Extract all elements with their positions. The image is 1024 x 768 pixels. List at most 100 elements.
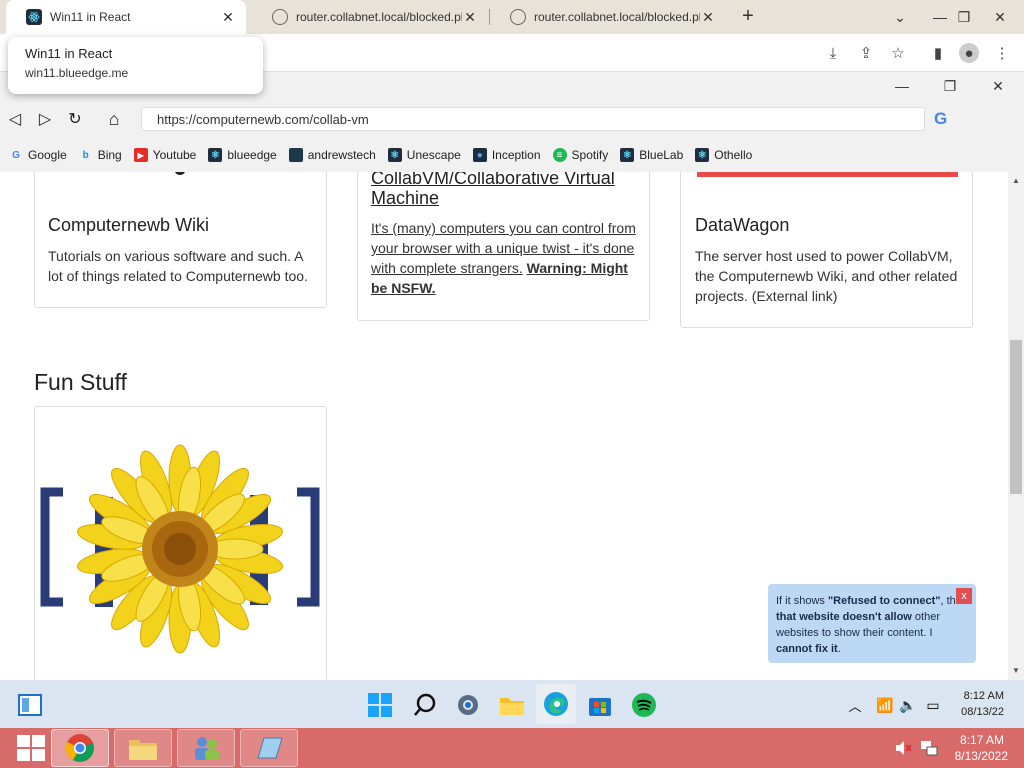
forward-icon[interactable]: ▷ <box>35 109 55 129</box>
tooltip-url: win11.blueedge.me <box>25 66 129 80</box>
show-hidden-icons-chevron-icon[interactable]: ︿ <box>842 692 868 718</box>
spotify-icon[interactable] <box>631 692 657 718</box>
widgets-icon[interactable] <box>17 692 43 718</box>
bing-icon: b <box>82 149 89 161</box>
bookmark-label: Spotify <box>571 148 609 162</box>
tab-win11-in-react[interactable]: Win11 in React ✕ <box>6 0 246 34</box>
inner-minimize-icon[interactable]: — <box>882 69 922 103</box>
explorer-taskbar-button[interactable] <box>114 729 172 767</box>
back-icon[interactable]: ◁ <box>5 109 25 129</box>
network-icon[interactable] <box>916 729 942 767</box>
bookmark-othello[interactable]: ⚛ Othello <box>695 148 752 162</box>
edge-icon[interactable] <box>536 684 576 724</box>
card-computernewb-wiki[interactable]: Computernewb Wiki Tutorials on various s… <box>34 172 327 308</box>
share-icon[interactable]: ⇪ <box>856 43 876 63</box>
win7-clock-date[interactable]: 8/13/2022 <box>944 749 1008 763</box>
close-icon[interactable]: ✕ <box>220 9 236 25</box>
bluelab-icon: ⚛ <box>620 148 635 162</box>
users-taskbar-button[interactable] <box>177 729 235 767</box>
close-window-icon[interactable]: ✕ <box>980 0 1020 34</box>
scroll-down-arrow-icon[interactable]: ▼ <box>1012 666 1020 675</box>
bookmark-label: Unescape <box>406 148 461 162</box>
card-title[interactable]: Computernewb Wiki <box>48 215 209 236</box>
notepad-taskbar-button[interactable] <box>240 729 298 767</box>
settings-gear-icon[interactable] <box>455 692 481 718</box>
chrome-taskbar-button[interactable] <box>51 729 109 767</box>
inner-nav-bar: ◁ ▷ ↻ ⌂ https://computernewb.com/collab-… <box>0 100 1024 138</box>
inner-close-icon[interactable]: ✕ <box>978 69 1018 103</box>
youtube-icon: ▶ <box>133 148 148 162</box>
google-icon[interactable]: G <box>934 109 947 129</box>
tooltip-title: Win11 in React <box>25 46 113 61</box>
home-icon[interactable]: ⌂ <box>104 109 124 129</box>
card-title[interactable]: DataWagon <box>695 215 789 236</box>
battery-icon[interactable]: ▭ <box>920 692 946 718</box>
bookmark-google[interactable]: G Google <box>9 148 67 162</box>
win7-clock-time[interactable]: 8:17 AM <box>950 733 1004 747</box>
card-fun-stuff[interactable] <box>34 406 327 680</box>
spotify-icon: ≡ <box>552 148 567 162</box>
bookmark-star-icon[interactable]: ☆ <box>888 43 908 63</box>
bookmark-inception[interactable]: ● Inception <box>472 148 541 162</box>
tab-router-blocked-1[interactable]: router.collabnet.local/blocked.ph ✕ <box>252 0 488 34</box>
tab-search-chevron-icon[interactable]: ⌄ <box>880 0 920 34</box>
url-input[interactable]: https://computernewb.com/collab-vm <box>141 107 925 131</box>
notice-close-button[interactable]: x <box>956 588 972 604</box>
win7-taskbar: 8:17 AM 8/13/2022 <box>0 728 1024 768</box>
chrome-icon <box>65 734 94 762</box>
side-panel-icon[interactable]: ▮ <box>928 43 948 63</box>
close-icon[interactable]: ✕ <box>700 9 716 25</box>
search-icon[interactable] <box>412 692 438 718</box>
andrewstech-icon <box>288 148 303 162</box>
bookmark-youtube[interactable]: ▶ Youtube <box>133 148 197 162</box>
win11-taskbar: ︿ 📶 🔈 ▭ 8:12 AM 08/13/22 <box>0 680 1024 728</box>
outer-tab-strip: Win11 in React ✕ router.collabnet.local/… <box>0 0 1024 34</box>
bookmark-label: BlueLab <box>639 148 684 162</box>
card-datawagon[interactable]: DataWagon The server host used to power … <box>680 172 973 328</box>
card-image-fragment <box>175 172 185 175</box>
menu-kebab-icon[interactable]: ⋮ <box>992 43 1012 63</box>
tab-hover-tooltip: Win11 in React win11.blueedge.me <box>8 37 263 94</box>
win11-clock-date[interactable]: 08/13/22 <box>958 706 1004 718</box>
globe-icon <box>510 9 526 25</box>
tab-title: Win11 in React <box>50 10 131 24</box>
othello-icon: ⚛ <box>695 148 710 162</box>
win11-clock-time[interactable]: 8:12 AM <box>958 690 1004 702</box>
inception-icon: ● <box>472 148 487 162</box>
scroll-up-arrow-icon[interactable]: ▲ <box>1012 176 1020 185</box>
bookmark-label: Google <box>28 148 67 162</box>
inner-restore-icon[interactable]: ❐ <box>930 69 970 103</box>
react-icon: ⚛ <box>208 148 223 162</box>
start-icon[interactable] <box>367 692 393 718</box>
store-icon[interactable] <box>587 692 613 718</box>
card-title[interactable]: CollabVM/Collaborative Virtual Machine <box>371 172 631 208</box>
restore-icon[interactable]: ❐ <box>944 0 984 34</box>
tab-router-blocked-2[interactable]: router.collabnet.local/blocked.ph ✕ <box>490 0 726 34</box>
muted-speaker-icon[interactable] <box>890 729 916 767</box>
profile-avatar-icon[interactable]: ● <box>959 43 979 63</box>
reload-icon[interactable]: ↻ <box>65 109 85 129</box>
users-icon <box>195 737 219 760</box>
bookmark-unescape[interactable]: ⚛ Unescape <box>387 148 461 162</box>
notice-text: . <box>837 643 841 655</box>
folder-icon <box>129 740 157 760</box>
bookmark-andrewstech[interactable]: andrewstech <box>288 148 376 162</box>
bookmark-bluelab[interactable]: ⚛ BlueLab <box>620 148 683 162</box>
volume-icon[interactable]: 🔈 <box>895 692 921 718</box>
install-app-icon[interactable]: ⤓ <box>823 43 843 63</box>
notice-bold: that website doesn't allow <box>776 611 912 623</box>
tab-title: router.collabnet.local/blocked.ph <box>534 10 700 24</box>
bookmark-blueedge[interactable]: ⚛ blueedge <box>208 148 277 162</box>
refused-to-connect-notice: If it shows "Refused to connect", then t… <box>768 584 976 663</box>
bookmark-label: Youtube <box>152 148 197 162</box>
bookmark-bing[interactable]: b Bing <box>79 148 122 162</box>
bookmark-spotify[interactable]: ≡ Spotify <box>552 148 609 162</box>
close-icon[interactable]: ✕ <box>462 9 478 25</box>
scrollbar-thumb[interactable] <box>1010 340 1022 494</box>
file-explorer-icon[interactable] <box>499 692 525 718</box>
notice-bold: cannot fix it <box>776 643 838 655</box>
card-description: The server host used to power CollabVM, … <box>695 248 958 304</box>
card-collabvm[interactable]: CollabVM/Collaborative Virtual Machine I… <box>357 172 650 321</box>
new-tab-button[interactable]: + <box>737 5 759 27</box>
page-scrollbar[interactable]: ▲ ▼ <box>1008 172 1024 680</box>
